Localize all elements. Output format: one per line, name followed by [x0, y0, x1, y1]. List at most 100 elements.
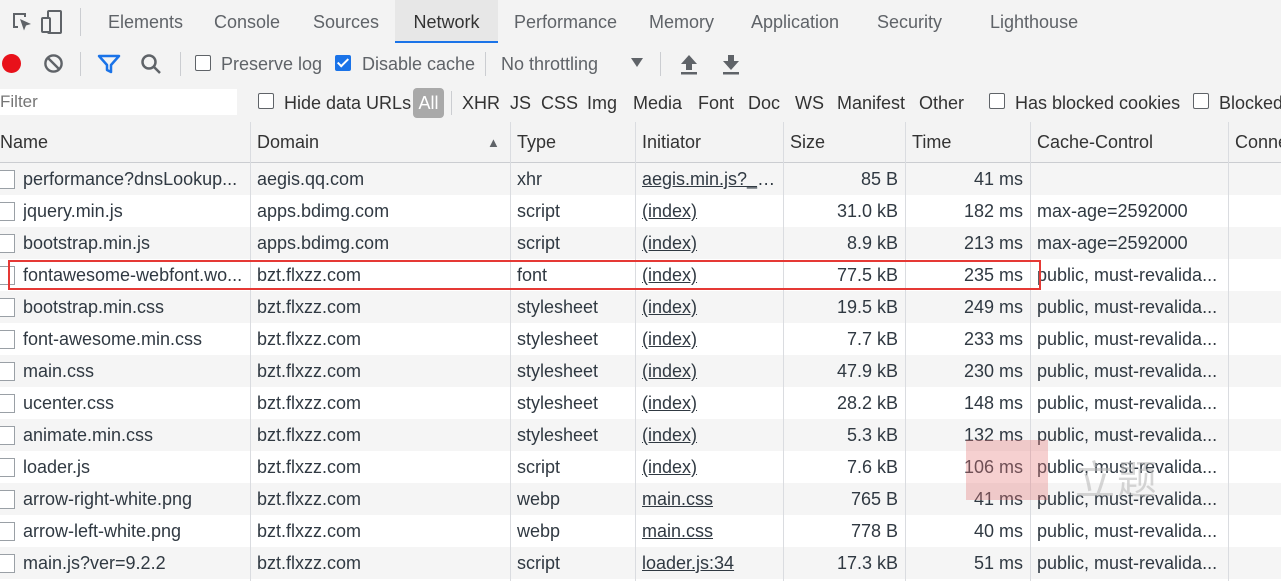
file-icon: [0, 554, 15, 573]
cell-initiator[interactable]: (index): [642, 393, 777, 414]
tab-memory[interactable]: Memory: [649, 0, 714, 43]
cell-domain: aegis.qq.com: [257, 169, 365, 189]
cell-name: bootstrap.min.js: [23, 233, 151, 253]
cell-type: stylesheet: [517, 361, 599, 381]
cell-initiator[interactable]: (index): [642, 361, 777, 382]
tab-sources[interactable]: Sources: [313, 0, 379, 43]
table-row[interactable]: bootstrap.min.css bzt.flxzz.com stylesheet…: [0, 291, 1281, 323]
filter-input[interactable]: [0, 89, 237, 115]
has-blocked-cookies-checkbox[interactable]: [989, 93, 1005, 109]
column-header-size[interactable]: Size: [790, 132, 825, 153]
throttling-select[interactable]: No throttling: [501, 54, 598, 75]
watermark-seal: [966, 440, 1048, 500]
cell-initiator[interactable]: (index): [642, 329, 777, 350]
record-icon[interactable]: [2, 54, 21, 73]
cell-name: performance?dnsLookup...: [23, 169, 238, 189]
column-header-connection[interactable]: Conne: [1235, 132, 1281, 153]
filter-type-img[interactable]: Img: [587, 93, 617, 114]
dropdown-arrow-icon[interactable]: [631, 58, 643, 68]
cell-initiator[interactable]: (index): [642, 201, 777, 222]
inspect-element-icon[interactable]: [10, 10, 34, 34]
cell-size: 17.3 kB: [836, 553, 898, 573]
filter-type-ws[interactable]: WS: [795, 93, 824, 114]
column-header-initiator[interactable]: Initiator: [642, 132, 701, 153]
table-row[interactable]: jquery.min.js apps.bdimg.com script (index)…: [0, 195, 1281, 227]
filter-type-css[interactable]: CSS: [541, 93, 578, 114]
filter-bar: Hide data URLs All XHR JS CSS Img Media …: [0, 83, 1281, 123]
tab-performance[interactable]: Performance: [514, 0, 617, 43]
cell-initiator[interactable]: (index): [642, 425, 777, 446]
disable-cache-label: Disable cache: [362, 54, 476, 74]
cell-time: 213 ms: [963, 233, 1023, 253]
column-header-type[interactable]: Type: [517, 132, 556, 153]
column-header-time[interactable]: Time: [912, 132, 951, 153]
cell-type: stylesheet: [517, 425, 599, 445]
cell-size: 7.7 kB: [846, 329, 898, 349]
filter-type-media[interactable]: Media: [633, 93, 682, 114]
column-divider: [783, 122, 784, 581]
table-row[interactable]: bootstrap.min.js apps.bdimg.com script (ind…: [0, 227, 1281, 259]
table-row[interactable]: performance?dnsLookup... aegis.qq.com xhr a…: [0, 163, 1281, 195]
filter-type-manifest[interactable]: Manifest: [837, 93, 905, 114]
column-header-domain[interactable]: Domain: [257, 132, 319, 153]
cell-domain: bzt.flxzz.com: [257, 457, 362, 477]
cell-domain: bzt.flxzz.com: [257, 297, 362, 317]
export-har-icon[interactable]: [721, 53, 741, 75]
cell-type: script: [517, 233, 561, 253]
column-divider: [905, 122, 906, 581]
cell-initiator[interactable]: main.css: [642, 521, 777, 542]
filter-type-font[interactable]: Font: [698, 93, 734, 114]
table-row[interactable]: main.css bzt.flxzz.com stylesheet (index) 47…: [0, 355, 1281, 387]
tab-console[interactable]: Console: [214, 0, 280, 43]
column-divider: [1030, 122, 1031, 581]
preserve-log-checkbox[interactable]: [195, 55, 211, 71]
cell-name: bootstrap.min.css: [23, 297, 165, 317]
tab-network[interactable]: Network: [395, 0, 498, 43]
table-row[interactable]: font-awesome.min.css bzt.flxzz.com stylesh…: [0, 323, 1281, 355]
divider: [485, 52, 486, 76]
column-header-cache-control[interactable]: Cache-Control: [1037, 132, 1153, 153]
cell-initiator[interactable]: main.css: [642, 489, 777, 510]
table-row[interactable]: arrow-left-white.png bzt.flxzz.com webp mai…: [0, 515, 1281, 547]
tab-lighthouse[interactable]: Lighthouse: [990, 0, 1078, 43]
device-toolbar-icon[interactable]: [40, 10, 64, 34]
cell-initiator[interactable]: (index): [642, 233, 777, 254]
table-row[interactable]: animate.min.css bzt.flxzz.com stylesheet (i…: [0, 419, 1281, 451]
clear-icon[interactable]: [43, 53, 64, 74]
import-har-icon[interactable]: [679, 53, 699, 75]
cell-initiator[interactable]: (index): [642, 297, 777, 318]
column-divider: [510, 122, 511, 581]
search-icon[interactable]: [140, 53, 162, 75]
cell-initiator[interactable]: (index): [642, 457, 777, 478]
cell-name: animate.min.css: [23, 425, 154, 445]
file-icon: [0, 330, 15, 349]
hide-data-urls-checkbox[interactable]: [258, 93, 274, 109]
cell-time: 233 ms: [963, 329, 1023, 349]
cell-domain: bzt.flxzz.com: [257, 361, 362, 381]
filter-type-other[interactable]: Other: [919, 93, 964, 114]
cell-time: 41 ms: [973, 169, 1023, 189]
filter-icon[interactable]: [97, 54, 121, 74]
divider: [451, 91, 452, 115]
tab-elements[interactable]: Elements: [108, 0, 183, 43]
table-row[interactable]: ucenter.css bzt.flxzz.com stylesheet (index…: [0, 387, 1281, 419]
table-row[interactable]: main.js?ver=9.2.2 bzt.flxzz.com script load…: [0, 547, 1281, 579]
blocked-requests-checkbox[interactable]: [1193, 93, 1209, 109]
cell-size: 85 B: [860, 169, 898, 189]
column-header-name[interactable]: Name: [0, 132, 48, 153]
filter-type-doc[interactable]: Doc: [748, 93, 780, 114]
tab-security[interactable]: Security: [877, 0, 942, 43]
filter-type-js[interactable]: JS: [510, 93, 531, 114]
cell-time: 182 ms: [963, 201, 1023, 221]
cell-domain: bzt.flxzz.com: [257, 489, 362, 509]
disable-cache-checkbox[interactable]: [335, 55, 351, 71]
cell-initiator[interactable]: aegis.min.js?_b...: [642, 169, 777, 190]
cell-domain: apps.bdimg.com: [257, 201, 390, 221]
filter-type-all[interactable]: All: [413, 88, 444, 118]
cell-initiator[interactable]: loader.js:34: [642, 553, 777, 574]
filter-type-xhr[interactable]: XHR: [462, 93, 500, 114]
cell-type: webp: [517, 521, 561, 541]
file-icon: [0, 202, 15, 221]
cell-size: 5.3 kB: [846, 425, 898, 445]
tab-application[interactable]: Application: [751, 0, 839, 43]
